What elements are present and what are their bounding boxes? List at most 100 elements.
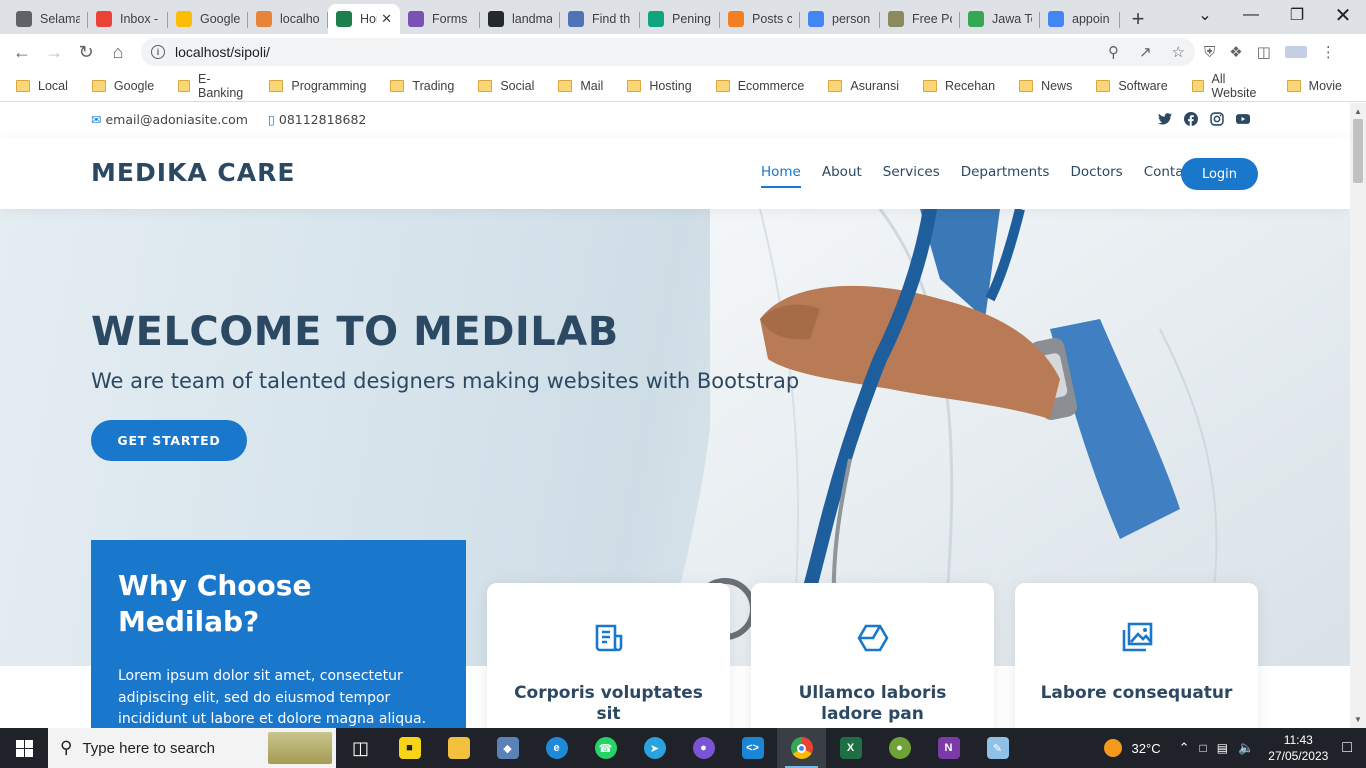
virtualbox-icon[interactable]: ◆ [483, 728, 532, 768]
tab-search-icon[interactable]: ⌄ [1182, 0, 1228, 30]
scroll-thumb[interactable] [1353, 119, 1363, 183]
browser-tab[interactable]: Inbox - [88, 4, 168, 34]
forward-icon[interactable]: → [38, 36, 70, 68]
search-placeholder[interactable]: Type here to search [82, 740, 215, 757]
taskbar-search[interactable]: ⚲ Type here to search [48, 728, 336, 768]
bookmark-folder[interactable]: Recehan [923, 79, 995, 93]
device-icon[interactable]: □ [1199, 741, 1206, 755]
bookmark-folder[interactable]: Software [1096, 79, 1168, 93]
site-logo[interactable]: MEDIKA CARE [91, 158, 295, 187]
nav-doctors[interactable]: Doctors [1070, 164, 1122, 188]
reload-icon[interactable]: ↻ [70, 36, 102, 68]
bookmark-folder[interactable]: All Website [1191, 72, 1263, 100]
browser-tab[interactable]: Home ✕ [328, 4, 400, 34]
chrome-icon[interactable] [777, 728, 826, 768]
main-nav: Home About Services Departments Doctors Conta… [761, 164, 1196, 188]
browser-tab[interactable]: Free Pc [880, 4, 960, 34]
url-text[interactable]: localhost/sipoli/ [175, 44, 270, 60]
scroll-down-icon[interactable]: ▼ [1354, 715, 1362, 724]
browser-tab[interactable]: person [800, 4, 880, 34]
bookmark-label: Hosting [649, 78, 692, 93]
new-tab-button[interactable]: + [1120, 4, 1156, 34]
tab-title: Posts c [752, 12, 792, 26]
share-icon[interactable]: ↗ [1139, 43, 1152, 61]
shield-extension-icon[interactable]: ⛨ [1204, 44, 1215, 61]
restore-button[interactable]: ❐ [1274, 0, 1320, 30]
home-icon[interactable]: ⌂ [102, 36, 134, 68]
bookmark-folder[interactable]: Google [91, 79, 154, 93]
zoom-icon[interactable]: ⚲ [1108, 43, 1119, 61]
bookmark-folder[interactable]: Programming [269, 79, 366, 93]
browser-tab[interactable]: Pening [640, 4, 720, 34]
browser-tab[interactable]: Posts c [720, 4, 800, 34]
profile-avatar[interactable] [1284, 46, 1307, 58]
notepad-icon[interactable]: ✎ [973, 728, 1022, 768]
sticky-notes-icon[interactable]: ■ [385, 728, 434, 768]
feature-card: Corporis voluptates sit [487, 583, 730, 728]
edge-icon[interactable]: e [532, 728, 581, 768]
browser-tab[interactable]: Jawa Te [960, 4, 1040, 34]
back-icon[interactable]: ← [6, 36, 38, 68]
whatsapp-icon[interactable]: ☎ [581, 728, 630, 768]
browser-tab[interactable]: appoin [1040, 4, 1120, 34]
bookmark-folder[interactable]: Asuransi [828, 79, 899, 93]
youtube-icon[interactable] [1236, 112, 1250, 126]
windows-start-icon[interactable] [0, 728, 48, 768]
minimize-button[interactable]: — [1228, 0, 1274, 30]
telegram-icon[interactable]: ➤ [630, 728, 679, 768]
scroll-up-icon[interactable]: ▲ [1354, 107, 1362, 116]
address-bar[interactable]: i localhost/sipoli/ ⚲ ↗ ☆ [141, 38, 1195, 66]
bookmark-folder[interactable]: Movie [1286, 78, 1342, 93]
bookmark-folder[interactable]: Local [16, 79, 68, 93]
nav-about[interactable]: About [822, 164, 862, 188]
maps-icon [968, 11, 984, 27]
weather-temp[interactable]: 32°C [1132, 741, 1161, 756]
network-icon[interactable]: ▤ [1217, 741, 1228, 755]
bookmark-label: Mail [580, 78, 604, 93]
facebook-icon[interactable] [1184, 112, 1198, 126]
bookmark-folder[interactable]: E-Banking [178, 72, 245, 100]
nav-departments[interactable]: Departments [961, 164, 1050, 188]
login-button[interactable]: Login [1181, 158, 1258, 190]
github-desktop-icon[interactable]: ● [679, 728, 728, 768]
close-tab-icon[interactable]: ✕ [381, 11, 392, 27]
task-view-icon[interactable]: ◫ [336, 728, 385, 768]
frog-app-icon[interactable]: ● [875, 728, 924, 768]
page-scrollbar[interactable]: ▲ ▼ [1350, 103, 1366, 728]
phone-contact: ▯ 08112818682 [268, 112, 366, 127]
bookmark-folder[interactable]: News [1019, 79, 1072, 93]
bookmark-folder[interactable]: Mail [558, 79, 603, 93]
clock[interactable]: 11:43 27/05/2023 [1268, 732, 1328, 764]
bookmark-star-icon[interactable]: ☆ [1172, 43, 1185, 61]
vscode-icon[interactable]: <> [728, 728, 777, 768]
excel-icon[interactable]: X [826, 728, 875, 768]
side-panel-icon[interactable]: ◫ [1257, 43, 1271, 61]
nav-services[interactable]: Services [883, 164, 940, 188]
nav-home[interactable]: Home [761, 164, 801, 188]
file-explorer-icon[interactable] [434, 728, 483, 768]
browser-tab[interactable]: Forms [400, 4, 480, 34]
weather-sun-icon[interactable] [1103, 739, 1122, 757]
folder-icon [178, 79, 191, 92]
bookmark-folder[interactable]: Ecommerce [715, 79, 804, 93]
get-started-button[interactable]: GET STARTED [91, 420, 247, 461]
onenote-icon[interactable]: N [924, 728, 973, 768]
browser-tab[interactable]: Selamat [8, 4, 88, 34]
menu-kebab-icon[interactable]: ⋮ [1321, 43, 1336, 61]
extensions-puzzle-icon[interactable]: ❖ [1229, 43, 1242, 61]
twitter-icon[interactable] [1158, 112, 1172, 126]
bookmark-folder[interactable]: Social [478, 79, 534, 93]
browser-tab[interactable]: Google [168, 4, 248, 34]
browser-tab[interactable]: localhost [248, 4, 328, 34]
tray-chevron-icon[interactable]: ⌃ [1179, 740, 1190, 756]
site-info-icon[interactable]: i [151, 45, 165, 59]
browser-tab[interactable]: landmark [480, 4, 560, 34]
browser-tab[interactable]: Find th [560, 4, 640, 34]
close-window-button[interactable]: ✕ [1320, 0, 1366, 30]
instagram-icon[interactable] [1210, 112, 1224, 126]
volume-icon[interactable]: 🔈 [1238, 740, 1254, 756]
bookmark-folder[interactable]: Hosting [627, 78, 692, 93]
notifications-icon[interactable]: □ [1342, 739, 1352, 757]
bookmark-label: Movie [1308, 78, 1342, 93]
bookmark-folder[interactable]: Trading [390, 79, 454, 93]
